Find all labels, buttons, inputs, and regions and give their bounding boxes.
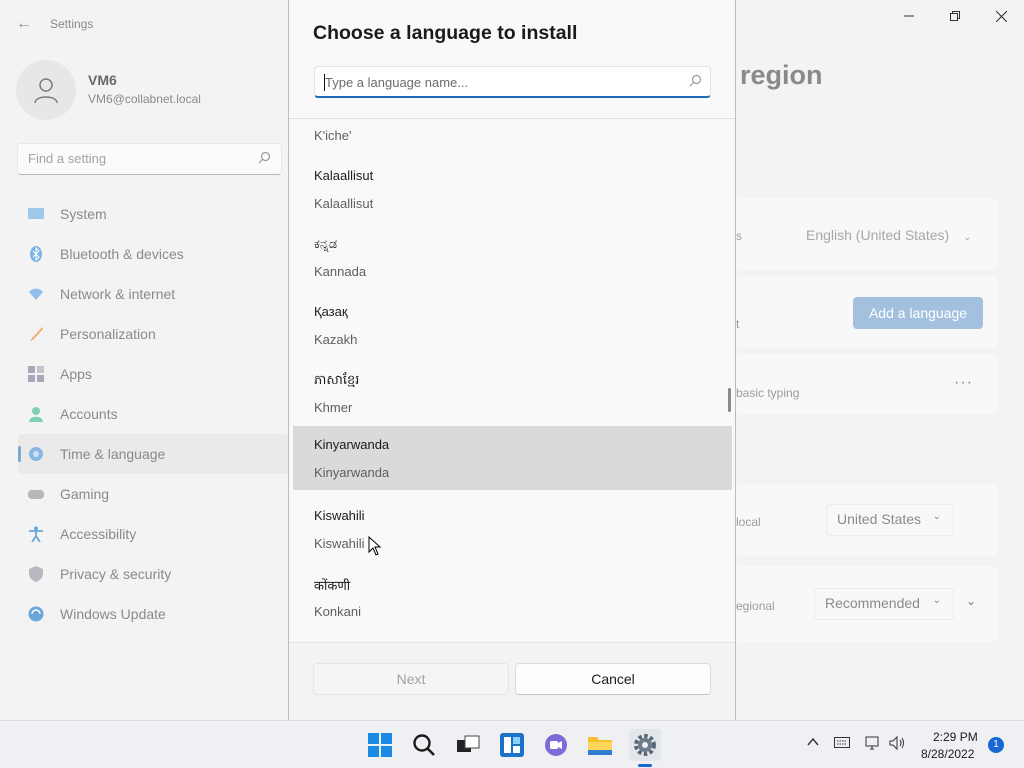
sidebar-item-personalization[interactable]: Personalization <box>18 314 288 354</box>
chevron-down-icon: ⌄ <box>963 232 972 243</box>
network-icon[interactable] <box>865 735 881 754</box>
expand-chevron-icon[interactable]: ⌄ <box>966 594 976 608</box>
find-setting-placeholder: Find a setting <box>28 151 107 166</box>
dialog-title: Choose a language to install <box>313 22 578 44</box>
sidebar-item-system[interactable]: System <box>18 194 288 234</box>
display-language-card: s English (United States) ⌄ <box>736 198 998 270</box>
clock-date[interactable]: 8/28/2022 <box>921 747 974 761</box>
sidebar-item-label: System <box>60 206 107 222</box>
next-button[interactable]: Next <box>313 663 509 695</box>
accessibility-icon <box>29 526 43 542</box>
list-item[interactable]: कोंकणी Konkani <box>293 566 732 630</box>
chevron-down-icon: ⌄ <box>932 511 941 522</box>
restore-icon <box>950 11 960 21</box>
language-search-input[interactable] <box>325 72 675 92</box>
sidebar-item-label: Accessibility <box>60 526 137 542</box>
clock-time[interactable]: 2:29 PM <box>933 730 978 744</box>
sidebar-item-network[interactable]: Network & internet <box>18 274 288 314</box>
sidebar-item-label: Privacy & security <box>60 566 172 582</box>
sidebar-item-apps[interactable]: Apps <box>18 354 288 394</box>
globe-clock-icon <box>29 447 43 461</box>
find-setting-search[interactable]: Find a setting <box>17 143 282 175</box>
keyboard-icon[interactable] <box>834 735 850 752</box>
sidebar-item-label: Time & language <box>60 446 166 462</box>
back-arrow-icon[interactable]: ← <box>14 14 34 34</box>
minimize-button[interactable] <box>886 0 932 32</box>
task-view-icon[interactable] <box>452 729 484 761</box>
windows-start-icon[interactable] <box>364 729 396 761</box>
text-caret <box>324 74 325 91</box>
sidebar-item-label: Bluetooth & devices <box>60 246 184 262</box>
dialog-footer: Next Cancel <box>289 642 735 720</box>
language-search-field[interactable] <box>314 66 711 98</box>
more-options-button[interactable]: ··· <box>954 374 973 392</box>
sidebar-item-time-language[interactable]: Time & language <box>18 434 288 474</box>
close-icon <box>995 10 1007 22</box>
sidebar-item-privacy[interactable]: Privacy & security <box>18 554 288 594</box>
active-app-indicator <box>638 764 652 767</box>
sidebar-item-label: Personalization <box>60 326 156 342</box>
close-button[interactable] <box>978 0 1024 32</box>
shield-icon <box>29 566 43 582</box>
apps-icon <box>28 366 44 382</box>
display-language-dropdown[interactable]: English (United States) ⌄ <box>806 227 971 243</box>
search-icon <box>689 74 702 90</box>
list-item[interactable]: ಕನ್ನಡ Kannada <box>293 226 732 290</box>
sidebar-item-accessibility[interactable]: Accessibility <box>18 514 288 554</box>
file-explorer-icon[interactable] <box>584 729 616 761</box>
window-title: Settings <box>50 17 94 31</box>
list-item-selected[interactable]: Kinyarwanda Kinyarwanda <box>293 426 732 490</box>
choose-language-dialog: Choose a language to install K'iche' Kal… <box>288 0 736 720</box>
network-icon <box>29 288 43 300</box>
sidebar-nav: System Bluetooth & devices Network & int… <box>18 194 288 634</box>
list-item[interactable]: Қазақ Kazakh <box>293 294 732 358</box>
search-icon[interactable] <box>408 729 440 761</box>
gamepad-icon <box>28 490 44 499</box>
sidebar-item-accounts[interactable]: Accounts <box>18 394 288 434</box>
cancel-button[interactable]: Cancel <box>515 663 711 695</box>
regional-format-dropdown[interactable]: Recommended ⌄ <box>814 588 954 620</box>
list-item[interactable]: Kiswahili Kiswahili <box>293 498 732 562</box>
sidebar-item-windows-update[interactable]: Windows Update <box>18 594 288 634</box>
sidebar-item-bluetooth[interactable]: Bluetooth & devices <box>18 234 288 274</box>
update-icon <box>28 606 44 622</box>
system-icon <box>28 208 44 219</box>
language-list: K'iche' Kalaallisut Kalaallisut ಕನ್ನಡ Ka… <box>293 119 732 642</box>
list-item[interactable]: K'iche' <box>293 119 732 154</box>
sidebar-item-label: Accounts <box>60 406 118 422</box>
minimize-icon <box>904 15 914 17</box>
profile-email: VM6@collabnet.local <box>88 92 201 106</box>
page-title: region <box>740 60 823 90</box>
bluetooth-icon <box>30 246 42 262</box>
accounts-icon <box>29 407 43 422</box>
brush-icon <box>30 327 43 341</box>
list-item[interactable]: ភាសាខ្មែរ Khmer <box>293 362 732 426</box>
sidebar-item-gaming[interactable]: Gaming <box>18 474 288 514</box>
list-scrollbar-thumb[interactable] <box>728 388 731 412</box>
sidebar-item-label: Network & internet <box>60 286 176 302</box>
profile-name: VM6 <box>88 72 117 88</box>
notification-badge[interactable]: 1 <box>988 737 1004 753</box>
list-item[interactable]: Kalaallisut Kalaallisut <box>293 158 732 222</box>
widgets-icon[interactable] <box>496 729 528 761</box>
volume-icon[interactable] <box>889 735 907 754</box>
sidebar-item-label: Gaming <box>60 486 110 502</box>
sidebar-item-label: Apps <box>60 366 92 382</box>
avatar[interactable] <box>16 60 76 120</box>
user-icon <box>34 78 58 104</box>
settings-gear-icon[interactable] <box>629 729 661 761</box>
mouse-cursor-icon <box>368 536 382 556</box>
country-dropdown[interactable]: United States ⌄ <box>826 504 954 536</box>
restore-button[interactable] <box>932 0 978 32</box>
search-icon <box>258 151 271 167</box>
chat-icon[interactable] <box>540 729 572 761</box>
chevron-up-icon[interactable] <box>806 735 820 752</box>
add-language-button[interactable]: Add a language <box>853 297 983 329</box>
taskbar: 2:29 PM 8/28/2022 1 <box>0 720 1024 768</box>
sidebar-item-label: Windows Update <box>60 606 166 622</box>
chevron-down-icon: ⌄ <box>932 595 941 606</box>
